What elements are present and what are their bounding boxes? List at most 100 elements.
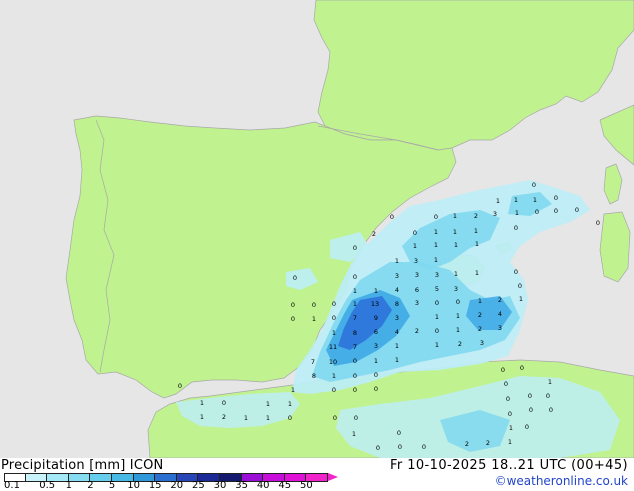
value-label-v119: 0 [397,429,401,437]
value-label-v28: 3 [414,257,418,265]
value-label-v44: 0 [518,282,522,290]
value-label-v14: 0 [575,206,579,214]
value-label-v117: 0 [508,410,512,418]
value-label-v113: 1 [266,414,270,422]
value-label-v57: 0 [291,315,295,323]
value-label-v111: 2 [222,413,226,421]
value-label-v12: 0 [535,208,539,216]
value-label-v8: 1 [453,212,457,220]
value-label-v63: 1 [435,313,439,321]
value-label-v33: 3 [415,271,419,279]
value-label-v78: 3 [374,342,378,350]
value-label-v106: 1 [288,400,292,408]
value-label-v21: 0 [514,224,518,232]
value-label-v19: 1 [453,228,457,236]
value-label-v100: 0 [374,385,378,393]
value-label-v91: 1 [332,372,336,380]
value-label-v85: 0 [353,357,357,365]
value-label-v36: 1 [475,269,479,277]
value-label-v42: 5 [435,285,439,293]
value-label-v72: 0 [435,327,439,335]
value-label-v46: 0 [312,301,316,309]
valid-time: Fr 10-10-2025 18..21 UTC (00+45) [390,458,628,473]
value-label-v120: 1 [509,424,513,432]
value-label-v64: 1 [456,312,460,320]
precipitation-map: 01 1 1 00 0 1 2 3 1 0 0 002 0 1 1 1 00 1 1 1 11 3 10 0 3 3 3 1 1 01 1 4… [0,0,634,458]
value-label-v39: 1 [374,287,378,295]
value-label-v121: 0 [525,423,529,431]
value-label-v35: 1 [454,270,458,278]
value-label-v92: 0 [353,372,357,380]
value-label-v10: 3 [493,210,497,218]
value-label-v22: 0 [353,244,357,252]
value-label-v1: 0 [532,181,536,189]
value-label-v43: 3 [454,285,458,293]
value-label-v55: 2 [498,296,502,304]
value-label-v103: 1 [200,399,204,407]
value-label-v49: 13 [371,300,379,308]
value-label-v68: 8 [353,329,357,337]
value-label-v41: 6 [415,286,419,294]
value-label-v81: 2 [458,340,462,348]
map-title: Precipitation [mm] ICON [1,458,164,473]
value-label-v93: 0 [374,371,378,379]
value-label-v13: 0 [554,207,558,215]
value-label-v29: 1 [434,256,438,264]
credit-link[interactable]: ©weatheronline.co.uk [495,475,628,488]
value-label-v30: 0 [293,274,297,282]
value-label-v90: 8 [312,372,316,380]
value-label-v65: 2 [478,311,482,319]
value-label-v76: 11 [329,343,337,351]
value-label-v88: 0 [520,364,524,372]
value-label-v50: 8 [395,300,399,308]
value-label-v20: 1 [474,227,478,235]
value-label-v126: 2 [486,439,490,447]
value-label-v61: 9 [374,314,378,322]
value-label-v115: 0 [333,414,337,422]
value-label-v102: 0 [546,392,550,400]
value-label-v25: 1 [454,241,458,249]
value-label-v124: 0 [422,443,426,451]
value-label-v98: 0 [332,386,336,394]
value-label-v6: 0 [390,213,394,221]
value-label-v86: 1 [374,357,378,365]
value-label-v77: 7 [353,343,357,351]
value-label-v48: 1 [353,300,357,308]
scale-arrow [328,473,338,481]
value-label-v101: 0 [528,392,532,400]
value-label-v2: 1 [496,197,500,205]
land-sardinia [599,211,631,283]
value-label-v89: 0 [501,366,505,374]
value-label-v104: 0 [222,399,226,407]
value-label-v87: 1 [395,356,399,364]
value-label-v37: 0 [514,268,518,276]
value-label-v58: 1 [312,315,316,323]
value-label-v83: 7 [311,358,315,366]
value-label-v53: 0 [456,298,460,306]
value-label-v108: 0 [529,406,533,414]
value-label-v67: 1 [332,329,336,337]
value-label-v96: 0 [178,382,182,390]
value-label-v7: 0 [434,213,438,221]
value-label-v116: 0 [354,414,358,422]
value-label-v11: 1 [515,209,519,217]
value-label-v40: 4 [395,286,399,294]
value-label-v123: 0 [398,443,402,451]
value-label-v125: 2 [465,440,469,448]
value-label-v17: 0 [413,229,417,237]
value-label-v107: 0 [506,395,510,403]
value-label-v24: 1 [434,241,438,249]
value-label-v9: 2 [474,212,478,220]
value-label-v97: 1 [291,386,295,394]
value-label-v118: 1 [352,430,356,438]
value-label-v27: 1 [395,257,399,265]
value-label-v52: 0 [435,299,439,307]
value-label-v94: 0 [504,380,508,388]
value-label-v32: 3 [395,272,399,280]
value-label-v79: 1 [395,342,399,350]
value-label-v62: 3 [395,314,399,322]
value-label-v82: 3 [480,339,484,347]
value-label-v59: 0 [332,314,336,322]
value-label-v84: 10 [329,358,337,366]
value-label-v109: 0 [549,406,553,414]
